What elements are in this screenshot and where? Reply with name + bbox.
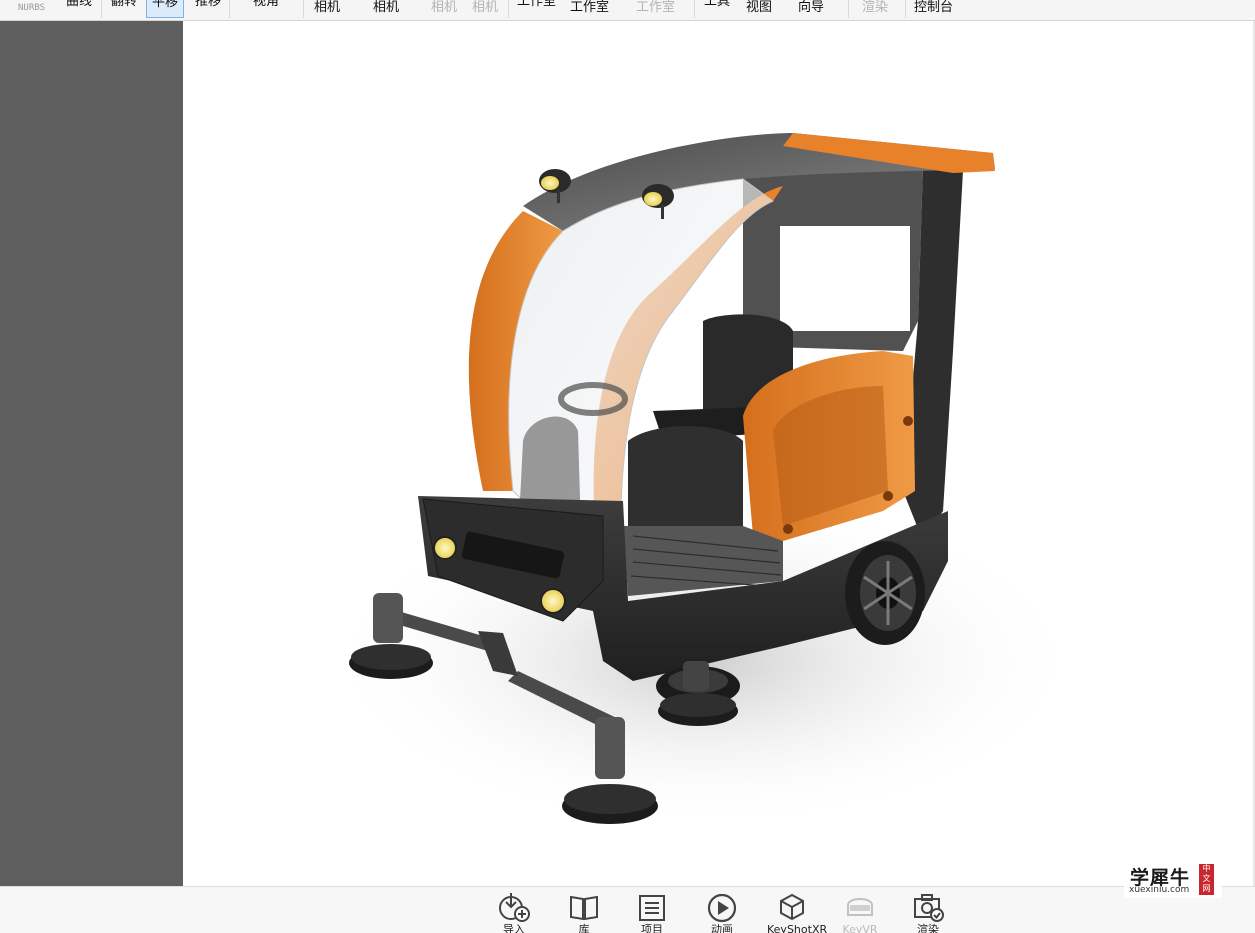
ribbon-view-menu[interactable]: 视图 bbox=[746, 0, 772, 16]
vr-headset-icon bbox=[847, 898, 873, 916]
ribbon-nurbs[interactable]: NURBS bbox=[18, 0, 45, 16]
top-ribbon-toolbar: NURBS 曲线 翻转 平移 推移 视角 相机 相机 相机 相机 工作室 工作室… bbox=[0, 0, 1255, 21]
cube-rotate-icon bbox=[780, 893, 804, 921]
watermark-logo: 学犀牛 xuexiniu.com 中文网 bbox=[1124, 862, 1222, 898]
project-list-icon bbox=[639, 895, 665, 921]
import-label: 导入 bbox=[503, 923, 525, 933]
ribbon-curve[interactable]: 曲线 bbox=[66, 0, 92, 10]
render-button[interactable]: 渲染 bbox=[904, 891, 952, 933]
ribbon-view[interactable]: 视角 bbox=[253, 0, 279, 10]
ribbon-camera-1[interactable]: 相机 bbox=[314, 0, 340, 16]
ribbon-separator bbox=[848, 0, 849, 18]
library-label: 库 bbox=[578, 923, 590, 933]
animation-label: 动画 bbox=[711, 923, 733, 933]
panel-bolt bbox=[903, 416, 913, 426]
ribbon-separator bbox=[694, 0, 695, 18]
keyvr-label: KeyVR bbox=[842, 923, 878, 933]
panel-bolt bbox=[783, 524, 793, 534]
ribbon-console[interactable]: 控制台 bbox=[914, 0, 953, 16]
play-circle-icon bbox=[707, 893, 737, 923]
ribbon-separator bbox=[508, 0, 509, 18]
ribbon-studio-1[interactable]: 工作室 bbox=[517, 0, 556, 10]
ribbon-camera-2[interactable]: 相机 bbox=[373, 0, 399, 16]
engine-cowl bbox=[628, 426, 743, 541]
render-label: 渲染 bbox=[917, 923, 939, 933]
ribbon-move[interactable]: 推移 bbox=[195, 0, 221, 10]
rear-wheel bbox=[845, 541, 925, 645]
keyshotxr-label: KeyShotXR bbox=[767, 923, 828, 933]
ribbon-flip[interactable]: 翻转 bbox=[111, 0, 137, 10]
keyshotxr-button[interactable]: KeyShotXR bbox=[767, 891, 828, 933]
back-window bbox=[780, 226, 910, 331]
library-button[interactable]: 库 bbox=[560, 891, 608, 933]
ribbon-tools[interactable]: 工具 bbox=[704, 0, 730, 10]
project-label: 项目 bbox=[641, 923, 663, 933]
ribbon-camera-3[interactable]: 相机 bbox=[431, 0, 457, 16]
watermark-seal: 中文网 bbox=[1199, 864, 1214, 895]
import-icon bbox=[499, 893, 530, 922]
ribbon-separator bbox=[303, 0, 304, 18]
ribbon-render[interactable]: 渲染 bbox=[862, 0, 888, 16]
ribbon-separator bbox=[229, 0, 230, 18]
left-side-panel bbox=[0, 21, 183, 886]
ribbon-studio-3[interactable]: 工作室 bbox=[636, 0, 675, 16]
render-viewport[interactable] bbox=[183, 21, 1255, 886]
library-book-icon bbox=[570, 895, 598, 921]
ribbon-pan[interactable]: 平移 bbox=[146, 0, 185, 18]
headlight-right bbox=[540, 588, 566, 614]
project-button[interactable]: 项目 bbox=[628, 891, 676, 933]
ribbon-camera-4[interactable]: 相机 bbox=[472, 0, 498, 16]
panel-bolt bbox=[883, 491, 893, 501]
ribbon-separator bbox=[101, 0, 102, 18]
watermark-url: xuexiniu.com bbox=[1129, 885, 1190, 895]
headlight-left bbox=[433, 536, 457, 560]
keyvr-button[interactable]: KeyVR bbox=[836, 891, 884, 933]
ribbon-separator bbox=[905, 0, 906, 18]
import-button[interactable]: 导入 bbox=[490, 891, 538, 933]
camera-check-icon bbox=[914, 894, 944, 922]
bottom-toolbar: 导入 库 项目 动画 KeyShotXR KeyVR 渲染 bbox=[0, 886, 1255, 933]
animation-button[interactable]: 动画 bbox=[698, 891, 746, 933]
ribbon-studio-2[interactable]: 工作室 bbox=[570, 0, 609, 16]
ribbon-wizard[interactable]: 向导 bbox=[798, 0, 824, 16]
sweeper-vehicle-render bbox=[323, 133, 1083, 831]
